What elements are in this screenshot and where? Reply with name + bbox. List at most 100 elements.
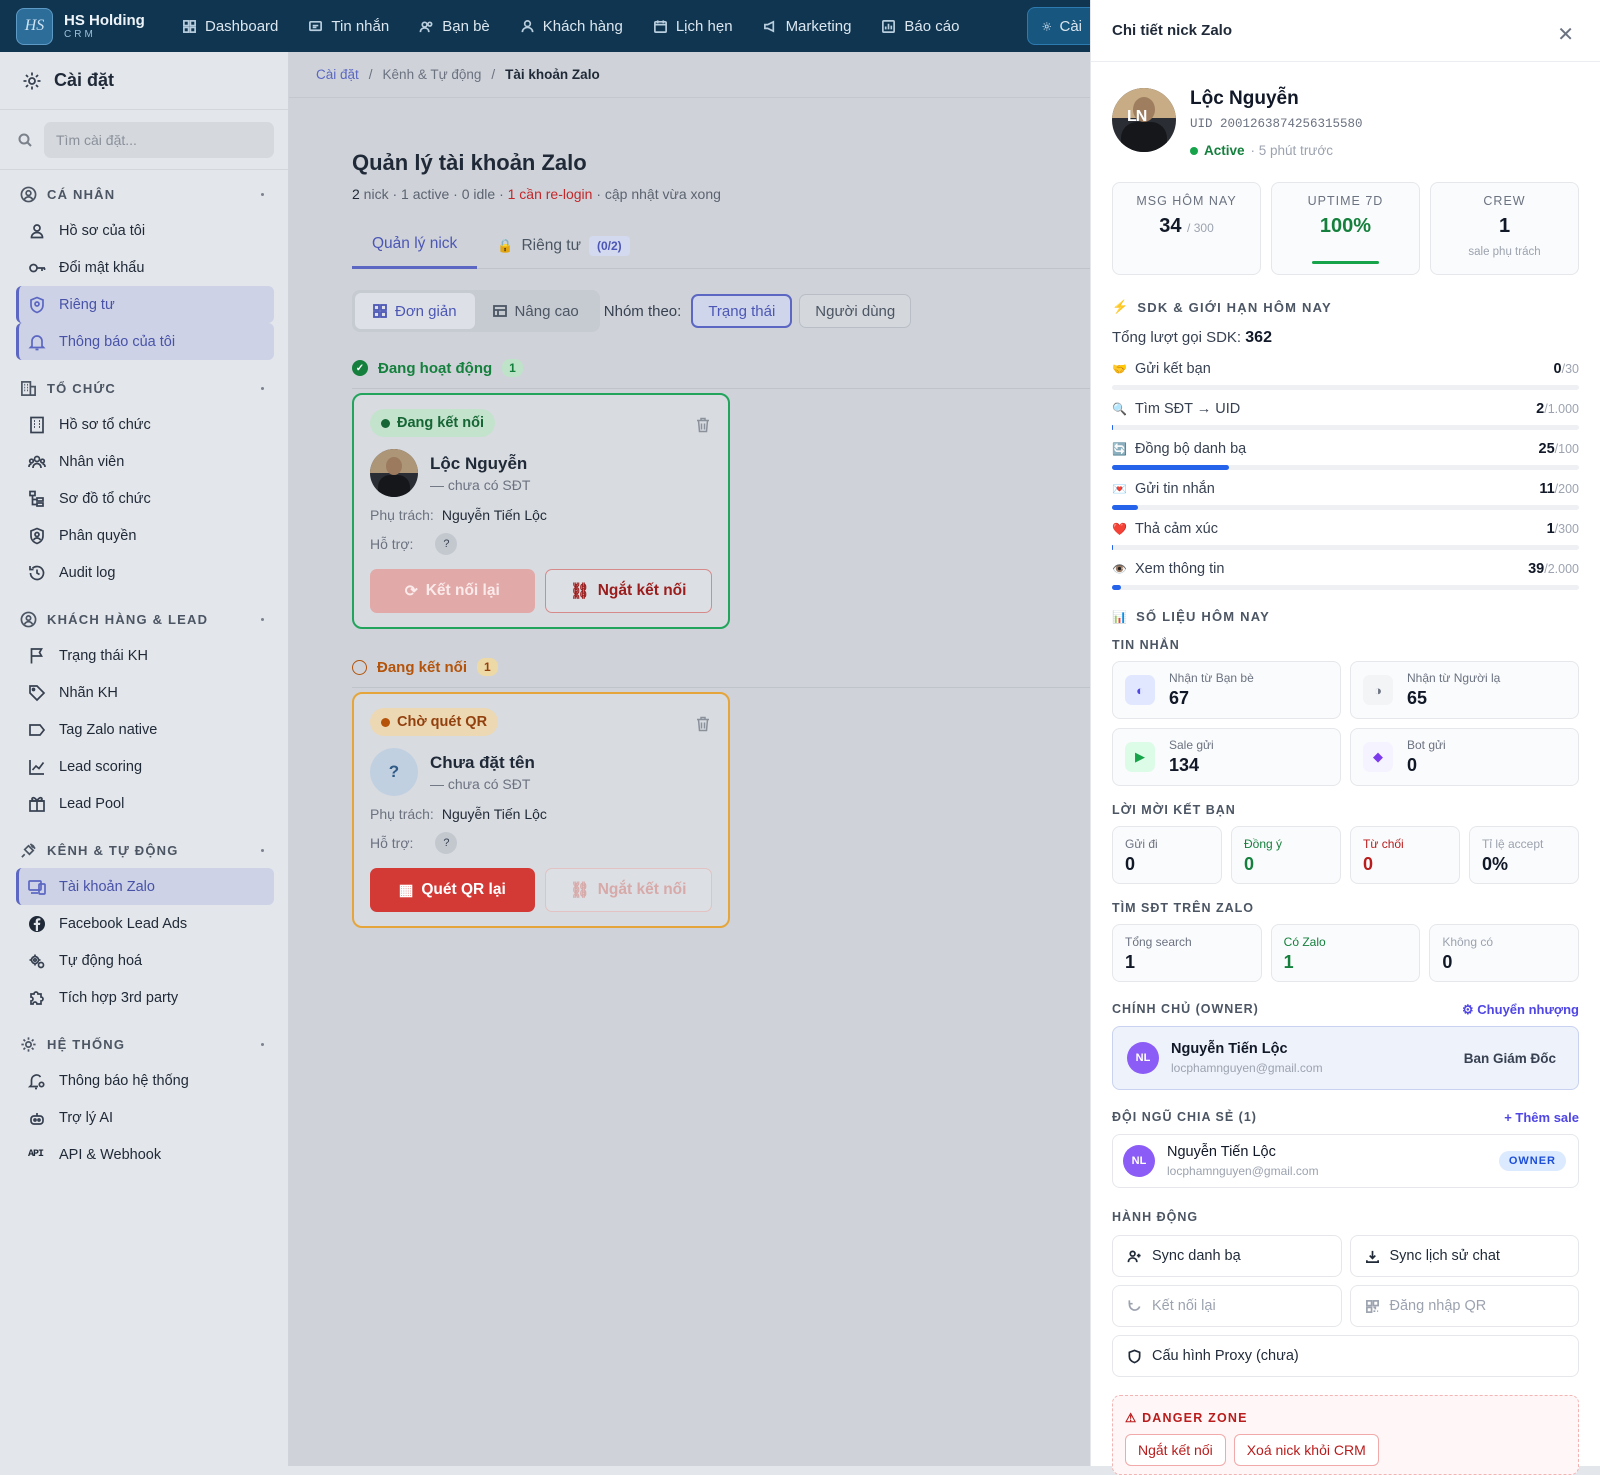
section-title: CHÍNH CHỦ (OWNER)	[1112, 1002, 1259, 1016]
section-personal[interactable]: CÁ NHÂN	[0, 176, 288, 212]
nav-messages[interactable]: Tin nhắn	[308, 18, 389, 35]
sidebar-item-audit[interactable]: Audit log	[16, 554, 274, 591]
nick-card-active[interactable]: Đang kết nối Lộc Nguyễn — chưa có SĐT Phụ…	[352, 393, 730, 629]
sync-contacts-button[interactable]: Sync danh bạ	[1112, 1235, 1342, 1277]
plug-icon	[21, 842, 36, 858]
nav-dashboard[interactable]: Dashboard	[182, 18, 278, 35]
section-customers[interactable]: KHÁCH HÀNG & LEAD	[0, 601, 288, 637]
member-name: Nguyễn Tiến Lộc	[1167, 1144, 1276, 1160]
sidebar-item-integrations[interactable]: Tích hợp 3rd party	[16, 979, 274, 1016]
support-unknown[interactable]: ?	[435, 832, 458, 854]
sidebar-item-api[interactable]: API API & Webhook	[16, 1136, 274, 1173]
chart-line-icon	[29, 759, 45, 775]
delete-nick-button[interactable]: Xoá nick khỏi CRM	[1233, 1434, 1379, 1466]
section-system[interactable]: HỆ THỐNG	[0, 1026, 288, 1062]
sidebar-item-permissions[interactable]: Phân quyền	[16, 517, 274, 554]
sidebar-item-profile[interactable]: Hồ sơ của tôi	[16, 212, 274, 249]
qr-login-button[interactable]: Đăng nhập QR	[1349, 1285, 1579, 1327]
collapse-icon	[261, 192, 264, 196]
stat-sub: sale phụ trách	[1468, 246, 1541, 258]
limit-fill	[1112, 545, 1114, 550]
tile-value: 65	[1407, 688, 1428, 708]
collapse-icon	[261, 617, 264, 621]
limit-max: /1.000	[1544, 402, 1579, 416]
view-advanced-button[interactable]: Nâng cao	[475, 293, 597, 329]
sidebar-item-lead-pool[interactable]: Lead Pool	[16, 785, 274, 822]
section-org[interactable]: TỔ CHỨC	[0, 370, 288, 406]
trash-icon[interactable]	[696, 417, 710, 433]
proxy-config-button[interactable]: Cấu hình Proxy (chưa)	[1112, 1335, 1579, 1377]
disconnect-button-disabled[interactable]: ⛓ Ngắt kết nối	[544, 868, 712, 912]
sidebar-item-facebook[interactable]: Facebook Lead Ads	[16, 905, 274, 942]
group-by-status-chip[interactable]: Trạng thái	[691, 294, 793, 328]
nav-calendar[interactable]: Lịch hẹn	[653, 18, 733, 35]
sidebar-item-ai-assistant[interactable]: Trợ lý AI	[16, 1099, 274, 1136]
team-icon	[28, 455, 46, 468]
breadcrumb-channels[interactable]: Kênh & Tự động	[383, 67, 482, 82]
sidebar-item-privacy[interactable]: Riêng tư	[16, 286, 274, 323]
sync-chat-history-button[interactable]: Sync lịch sử chat	[1349, 1235, 1579, 1277]
view-label: Nâng cao	[514, 302, 579, 320]
nav-marketing[interactable]: Marketing	[763, 18, 851, 35]
nav-reports[interactable]: Báo cáo	[881, 18, 959, 35]
sidebar-header: Cài đặt	[0, 52, 288, 110]
uptime-bar	[1312, 261, 1379, 264]
nav-friends[interactable]: Bạn bè	[419, 18, 490, 35]
group-active-header[interactable]: ✓ Đang hoạt động 1	[352, 359, 1092, 389]
sidebar-item-password[interactable]: Đổi mật khẩu	[16, 249, 274, 286]
group-by-label: Nhóm theo:	[603, 302, 682, 320]
limit-max: /100	[1554, 442, 1579, 456]
sidebar-item-orgchart[interactable]: Sơ đồ tổ chức	[16, 480, 274, 517]
rescan-qr-button[interactable]: ▦ Quét QR lại	[370, 868, 535, 912]
sidebar-item-zalo-accounts[interactable]: Tài khoản Zalo	[16, 868, 274, 905]
sidebar-item-label: Facebook Lead Ads	[59, 915, 188, 932]
sidebar-item-org-profile[interactable]: Hồ sơ tổ chức	[16, 406, 274, 443]
search-input[interactable]: Tìm cài đặt...	[44, 121, 274, 158]
view-simple-button[interactable]: Đơn giản	[355, 293, 475, 329]
badge-label: Đang kết nối	[397, 415, 485, 431]
stat-limit: / 300	[1187, 221, 1214, 235]
sidebar-item-label: Phân quyền	[59, 527, 137, 544]
profile-block: LN Lộc Nguyễn UID 2001263874256315580 Ac…	[1112, 88, 1579, 158]
nick-detail-panel: Chi tiết nick Zalo ✕ LN Lộc Nguyễn UID 2…	[1090, 0, 1600, 1475]
sidebar-item-zalo-tag[interactable]: Tag Zalo native	[16, 711, 274, 748]
reconnect-button[interactable]: Kết nối lại	[1112, 1285, 1342, 1327]
table-icon	[492, 305, 507, 317]
tab-privacy[interactable]: 🔒 Riêng tư (0/2)	[477, 222, 649, 269]
group-by-user-chip[interactable]: Người dùng	[799, 294, 912, 328]
tile-label: Sale gửi	[1169, 738, 1214, 752]
unlink-icon: ⛓	[570, 881, 590, 899]
close-icon[interactable]: ✕	[1557, 22, 1574, 47]
sidebar-item-lead-scoring[interactable]: Lead scoring	[16, 748, 274, 785]
sidebar-item-system-notify[interactable]: Thông báo hệ thống	[16, 1062, 274, 1099]
transfer-ownership-link[interactable]: ⚙ Chuyển nhượng	[1462, 1002, 1579, 1018]
support-unknown[interactable]: ?	[435, 533, 458, 555]
reconnect-button[interactable]: ⟳ Kết nối lại	[370, 569, 535, 613]
friend-requests-title: LỜI MỜI KẾT BẠN	[1112, 803, 1236, 817]
brand[interactable]: HS HS Holding CRM	[0, 7, 182, 45]
sdk-limit-row: 👁️ Xem thông tin 39/2.000	[1112, 557, 1579, 597]
breadcrumb-settings[interactable]: Cài đặt	[316, 67, 359, 82]
danger-disconnect-button[interactable]: Ngắt kết nối	[1125, 1434, 1226, 1466]
nick-card-pending[interactable]: Chờ quét QR ? Chưa đặt tên — chưa có SĐT …	[352, 692, 730, 928]
section-channels[interactable]: KÊNH & TỰ ĐỘNG	[0, 832, 288, 868]
user-circle-icon	[20, 186, 37, 202]
add-sale-link[interactable]: + Thêm sale	[1504, 1110, 1579, 1125]
lightning-icon: ⚡	[1112, 299, 1130, 314]
nav-settings[interactable]: Cài	[1027, 7, 1097, 45]
nav-customers[interactable]: Khách hàng	[520, 18, 623, 35]
limit-icon: 🔄	[1112, 442, 1127, 456]
sidebar-item-staff[interactable]: Nhân viên	[16, 443, 274, 480]
button-label: Sync danh bạ	[1152, 1248, 1241, 1264]
disconnect-button[interactable]: ⛓ Ngắt kết nối	[544, 569, 712, 613]
sidebar-item-customer-status[interactable]: Trạng thái KH	[16, 637, 274, 674]
tile-from-friends: ◐ Nhận từ Bạn bè 67	[1112, 661, 1341, 719]
history-icon	[29, 565, 45, 580]
sidebar-item-customer-tags[interactable]: Nhãn KH	[16, 674, 274, 711]
group-connecting-header[interactable]: Đang kết nối 1	[352, 658, 1092, 688]
tab-manage-nick[interactable]: Quản lý nick	[352, 222, 478, 269]
sidebar-item-label: Tích hợp 3rd party	[59, 989, 179, 1006]
trash-icon[interactable]	[696, 716, 710, 732]
sidebar-item-automation[interactable]: Tự động hoá	[16, 942, 274, 979]
sidebar-item-notifications[interactable]: Thông báo của tôi	[16, 323, 274, 360]
